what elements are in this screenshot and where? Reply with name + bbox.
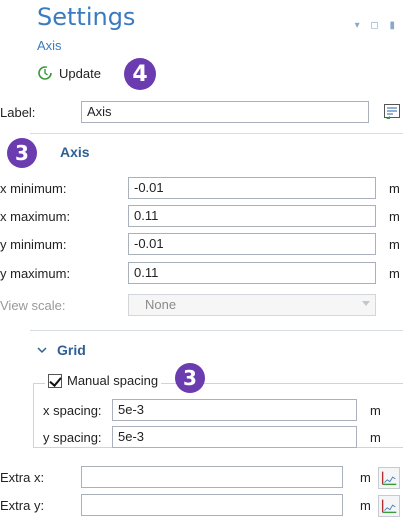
x-maximum-input[interactable]: 0.11 xyxy=(128,205,376,227)
window-controls[interactable]: ▾ ◻ ▮ xyxy=(355,20,399,31)
label-input[interactable]: Axis xyxy=(81,101,369,123)
node-subtitle: Axis xyxy=(37,38,62,53)
extra-x-row: Extra x: m xyxy=(0,466,403,490)
y-spacing-input[interactable]: 5e-3 xyxy=(112,426,357,448)
callout-badge-4: 4 xyxy=(124,58,156,90)
y-minimum-row: y minimum: -0.01 m xyxy=(0,233,403,257)
x-maximum-label: x maximum: xyxy=(0,209,71,224)
extra-y-unit: m xyxy=(360,498,371,513)
x-minimum-unit: m xyxy=(389,181,400,196)
extra-y-input[interactable] xyxy=(81,494,343,516)
x-maximum-row: x maximum: 0.11 m xyxy=(0,205,403,229)
extra-y-label: Extra y: xyxy=(0,498,45,513)
view-scale-select[interactable]: None xyxy=(128,294,376,316)
grid-section-header[interactable]: Grid xyxy=(37,342,86,358)
axis-section-header[interactable]: Axis xyxy=(60,144,90,160)
callout-badge-3-grid: 3 xyxy=(175,363,205,393)
range-chart-icon[interactable] xyxy=(378,495,400,517)
x-minimum-row: x minimum: -0.01 m xyxy=(0,177,403,201)
text-insert-icon[interactable] xyxy=(383,103,401,121)
refresh-icon xyxy=(38,66,52,80)
divider xyxy=(30,133,403,134)
y-maximum-unit: m xyxy=(389,266,400,281)
range-chart-icon[interactable] xyxy=(378,467,400,489)
extra-y-row: Extra y: m xyxy=(0,494,403,518)
view-scale-row: View scale: None xyxy=(0,294,403,318)
label-field-label: Label: xyxy=(0,105,36,120)
x-spacing-label: x spacing: xyxy=(43,403,102,418)
callout-badge-3: 3 xyxy=(7,138,37,168)
x-spacing-unit: m xyxy=(370,403,381,418)
y-spacing-unit: m xyxy=(370,430,381,445)
y-minimum-unit: m xyxy=(389,237,400,252)
y-spacing-label: y spacing: xyxy=(43,430,102,445)
manual-spacing-label: Manual spacing xyxy=(67,373,159,388)
update-button[interactable]: Update xyxy=(37,62,101,84)
y-minimum-input[interactable]: -0.01 xyxy=(128,233,376,255)
y-maximum-row: y maximum: 0.11 m xyxy=(0,262,403,286)
chevron-down-icon xyxy=(362,301,370,306)
extra-x-label: Extra x: xyxy=(0,470,45,485)
x-minimum-label: x minimum: xyxy=(0,181,67,196)
divider xyxy=(30,330,403,331)
page-title: Settings xyxy=(37,3,136,31)
extra-x-unit: m xyxy=(360,470,371,485)
axis-section-title: Axis xyxy=(60,144,90,160)
extra-x-input[interactable] xyxy=(81,466,343,488)
y-maximum-label: y maximum: xyxy=(0,266,71,281)
grid-section-title: Grid xyxy=(57,342,86,358)
chevron-down-icon xyxy=(37,347,47,354)
y-maximum-input[interactable]: 0.11 xyxy=(128,262,376,284)
y-minimum-label: y minimum: xyxy=(0,237,67,252)
x-spacing-row: x spacing: 5e-3 m xyxy=(0,399,403,423)
label-row: Label: Axis xyxy=(0,101,403,125)
view-scale-label: View scale: xyxy=(0,298,66,313)
y-spacing-row: y spacing: 5e-3 m xyxy=(0,426,403,450)
manual-spacing-checkbox[interactable]: Manual spacing xyxy=(45,373,162,388)
checkbox-checked-icon[interactable] xyxy=(48,373,62,388)
x-minimum-input[interactable]: -0.01 xyxy=(128,177,376,199)
x-spacing-input[interactable]: 5e-3 xyxy=(112,399,357,421)
update-button-label: Update xyxy=(59,65,101,81)
x-maximum-unit: m xyxy=(389,209,400,224)
